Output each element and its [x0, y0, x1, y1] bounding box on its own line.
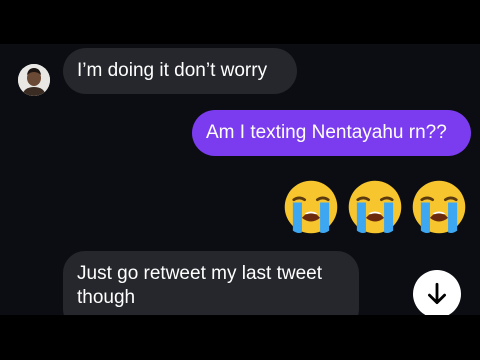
- message-text: I’m doing it don’t worry: [77, 60, 268, 81]
- message-text: Am I texting Nentayahu rn??: [206, 122, 447, 143]
- loudly-crying-face-emoji: [284, 180, 338, 234]
- loudly-crying-face-emoji: [348, 180, 402, 234]
- loudly-crying-face-emoji: [412, 180, 466, 234]
- contact-avatar[interactable]: [18, 64, 50, 96]
- arrow-down-icon: [428, 282, 446, 305]
- emoji-message[interactable]: [282, 178, 468, 236]
- incoming-message-bubble[interactable]: I’m doing it don’t worry: [63, 48, 297, 94]
- message-text: Just go retweet my last tweet though: [77, 263, 322, 308]
- incoming-message-bubble[interactable]: Just go retweet my last tweet though: [63, 251, 359, 315]
- scroll-to-bottom-button[interactable]: [413, 270, 461, 315]
- outgoing-message-bubble[interactable]: Am I texting Nentayahu rn??: [192, 110, 471, 156]
- chat-thread[interactable]: I’m doing it don’t worry Am I texting Ne…: [0, 44, 480, 315]
